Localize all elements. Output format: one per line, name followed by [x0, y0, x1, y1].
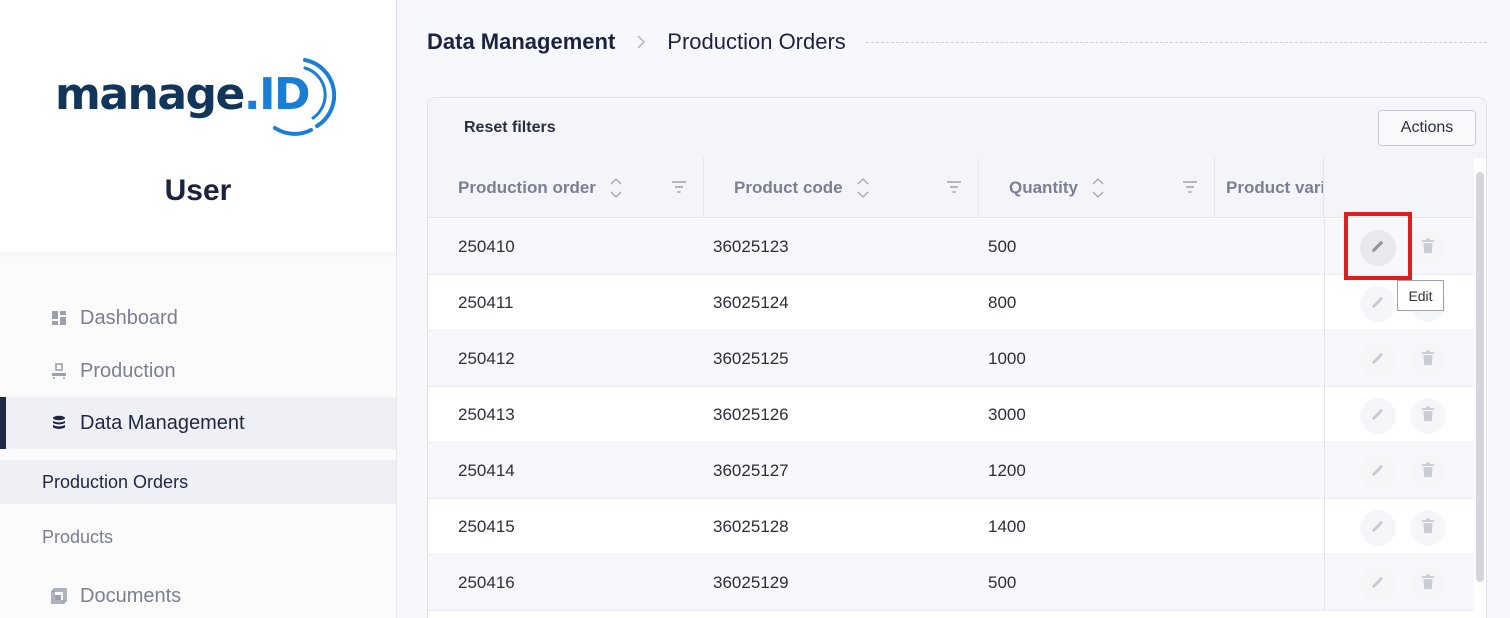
column-header-product-variant[interactable]: Product variant — [1215, 158, 1324, 218]
row-actions — [1324, 443, 1474, 499]
cell-product-code: 36025126 — [713, 405, 789, 424]
cell-product-code: 36025124 — [713, 293, 789, 312]
chevron-right-icon — [635, 34, 647, 50]
cell-product-code: 36025125 — [713, 349, 789, 368]
cell-quantity: 1000 — [988, 349, 1026, 368]
trash-icon — [1421, 518, 1435, 539]
logo-ring-icon — [273, 58, 337, 136]
delete-button[interactable] — [1410, 454, 1446, 490]
cell-product-code: 36025129 — [713, 573, 789, 592]
nav-item-data-management[interactable]: Data Management — [0, 397, 396, 449]
nav-item-label: Documents — [80, 584, 182, 607]
page-title: Production Orders — [667, 29, 846, 54]
cell-product-code: 36025128 — [713, 517, 789, 536]
cell-production-order: 250415 — [458, 517, 515, 536]
reset-filters-button[interactable]: Reset filters — [448, 112, 572, 144]
cell-production-order: 250416 — [458, 573, 515, 592]
dashboard-icon — [50, 309, 68, 327]
trash-icon — [1421, 350, 1435, 371]
nav-item-label: Production — [80, 359, 176, 382]
cell-quantity: 500 — [988, 573, 1017, 592]
delete-button[interactable] — [1410, 230, 1446, 266]
cell-product-code: 36025127 — [713, 461, 789, 480]
cell-production-order: 250410 — [458, 237, 515, 256]
cell-quantity: 800 — [988, 293, 1017, 312]
edit-button[interactable] — [1360, 510, 1396, 546]
table-row[interactable]: 250410 36025123 500 — [428, 219, 1474, 275]
column-header-production-order[interactable]: Production order — [428, 158, 704, 218]
pencil-icon — [1370, 574, 1386, 595]
nav-item-label: Dashboard — [80, 306, 178, 329]
data-table-card: Reset filters Actions Production order P… — [427, 97, 1487, 618]
table-header: Production order Product code Quantity P… — [428, 158, 1474, 218]
cell-quantity: 1200 — [988, 461, 1026, 480]
cell-production-order: 250414 — [458, 461, 515, 480]
trash-icon — [1421, 406, 1435, 427]
breadcrumb-divider — [865, 41, 1487, 43]
edit-button[interactable] — [1360, 566, 1396, 602]
sort-icon[interactable] — [610, 175, 622, 201]
table-row[interactable]: 250415 36025128 1400 — [428, 499, 1474, 555]
delete-button[interactable] — [1410, 566, 1446, 602]
documents-icon — [50, 587, 68, 605]
sort-icon[interactable] — [1092, 175, 1104, 201]
sidebar-header: manage.ID User — [0, 0, 396, 252]
cell-production-order: 250411 — [458, 293, 514, 312]
delete-button[interactable] — [1410, 510, 1446, 546]
logo: manage.ID — [55, 52, 345, 138]
table-row[interactable]: 250416 36025129 500 — [428, 555, 1474, 611]
nav-item-label: Data Management — [80, 411, 245, 434]
table-row[interactable]: 250413 36025126 3000 — [428, 387, 1474, 443]
cell-quantity: 3000 — [988, 405, 1026, 424]
cell-quantity: 500 — [988, 237, 1017, 256]
user-title: User — [164, 174, 232, 207]
cell-production-order: 250413 — [458, 405, 515, 424]
filter-icon[interactable] — [1182, 180, 1198, 194]
column-header-product-code[interactable]: Product code — [704, 158, 979, 218]
edit-button-highlight — [1344, 212, 1412, 280]
trash-icon — [1421, 462, 1435, 483]
cell-production-order: 250412 — [458, 349, 515, 368]
sort-icon[interactable] — [857, 175, 869, 201]
row-actions — [1324, 331, 1474, 387]
row-actions — [1324, 387, 1474, 443]
cell-product-code: 36025123 — [713, 237, 789, 256]
edit-button[interactable] — [1360, 342, 1396, 378]
breadcrumb: Data Management Production Orders — [427, 26, 1487, 58]
filter-icon[interactable] — [671, 180, 687, 194]
pencil-icon — [1370, 462, 1386, 483]
database-icon — [50, 414, 68, 432]
pencil-icon — [1370, 406, 1386, 427]
pencil-icon — [1370, 518, 1386, 539]
edit-button[interactable] — [1360, 286, 1396, 322]
sidebar-item-production-orders[interactable]: Production Orders — [0, 460, 396, 504]
nav-item-production[interactable]: Production — [0, 345, 396, 397]
column-header-quantity[interactable]: Quantity — [979, 158, 1215, 218]
breadcrumb-root[interactable]: Data Management — [427, 29, 615, 55]
delete-button[interactable] — [1410, 342, 1446, 378]
nav-item-dashboard[interactable]: Dashboard — [0, 292, 396, 344]
row-actions — [1324, 499, 1474, 555]
pencil-icon — [1370, 294, 1386, 315]
edit-tooltip: Edit — [1397, 280, 1444, 311]
scrollbar-thumb[interactable] — [1476, 172, 1484, 582]
table-row[interactable]: 250414 36025127 1200 — [428, 443, 1474, 499]
table-row[interactable]: 250412 36025125 1000 — [428, 331, 1474, 387]
sidebar: manage.ID User Dashboard Production Data… — [0, 0, 397, 618]
delete-button[interactable] — [1410, 398, 1446, 434]
production-icon — [50, 362, 68, 380]
table-toolbar: Reset filters Actions — [428, 98, 1486, 158]
cell-quantity: 1400 — [988, 517, 1026, 536]
row-actions — [1324, 555, 1474, 611]
nav-item-documents[interactable]: Documents — [0, 570, 396, 618]
pencil-icon — [1370, 350, 1386, 371]
actions-button[interactable]: Actions — [1378, 110, 1476, 146]
edit-button[interactable] — [1360, 398, 1396, 434]
trash-icon — [1421, 238, 1435, 259]
trash-icon — [1421, 574, 1435, 595]
table-row[interactable]: 250411 36025124 800 — [428, 275, 1474, 331]
edit-button[interactable] — [1360, 454, 1396, 490]
filter-icon[interactable] — [946, 180, 962, 194]
sidebar-item-products[interactable]: Products — [0, 515, 396, 559]
